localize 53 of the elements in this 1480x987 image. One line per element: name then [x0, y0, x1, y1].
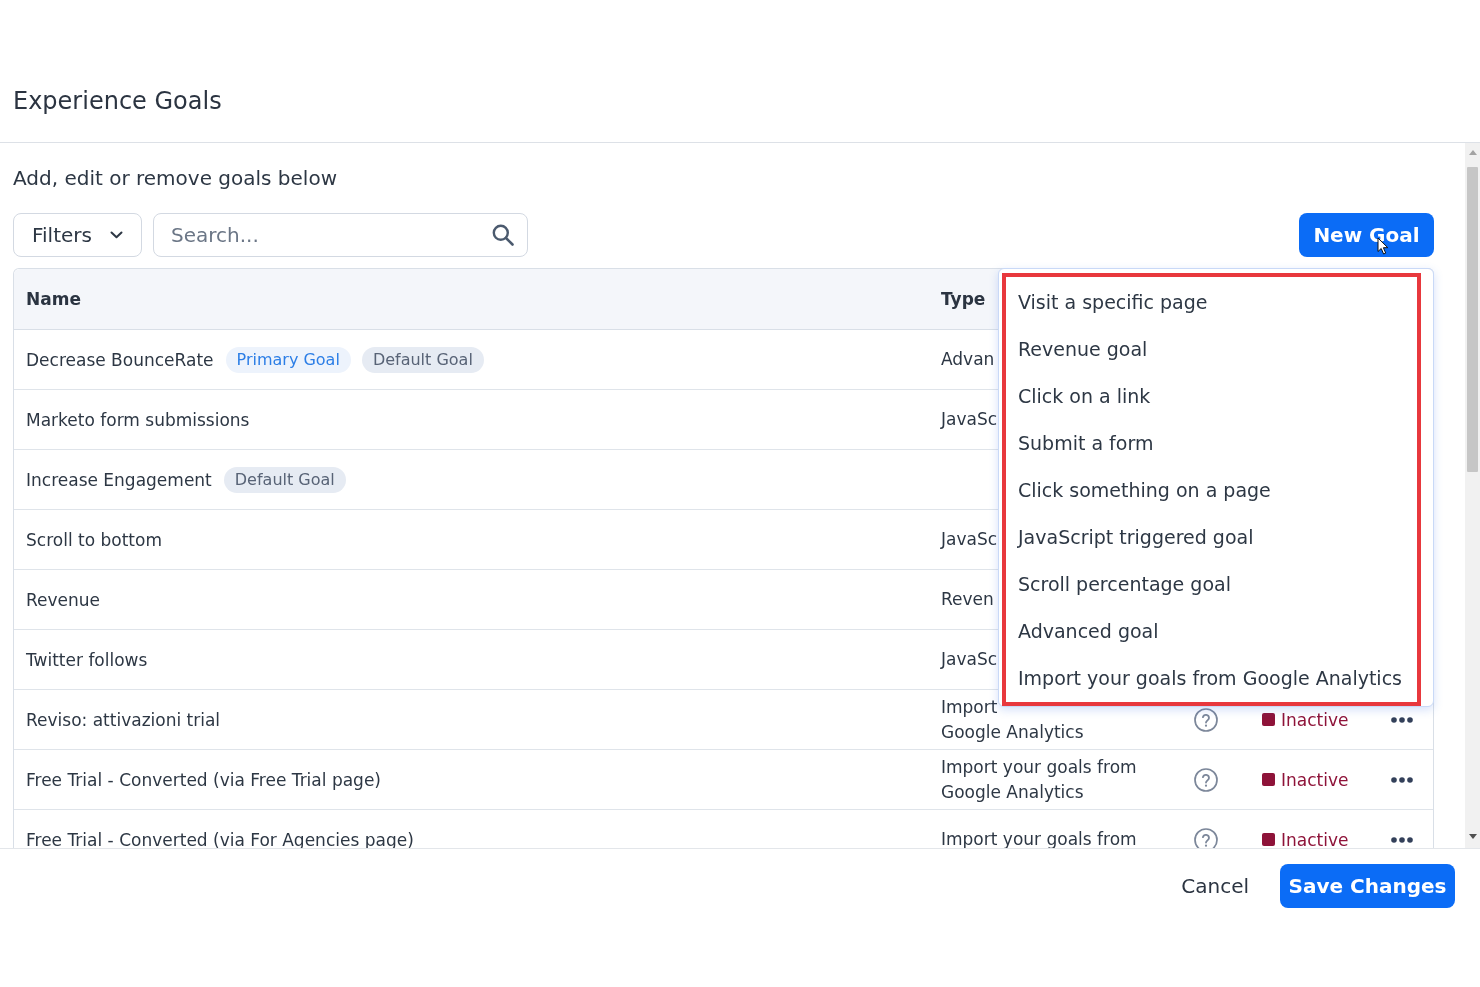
goal-name: Revenue: [26, 588, 101, 612]
scrollbar-thumb[interactable]: [1467, 167, 1478, 472]
scroll-up-icon[interactable]: [1468, 150, 1477, 155]
help-icon[interactable]: [1194, 767, 1218, 792]
column-header: Name: [26, 289, 81, 309]
chevron-down-icon: [110, 231, 123, 239]
menu-item[interactable]: Advanced goal: [1018, 608, 1159, 655]
menu-item[interactable]: Scroll percentage goal: [1018, 561, 1231, 608]
goal-type: JavaSc: [941, 648, 998, 671]
status-square-icon: [1262, 713, 1275, 726]
goal-name: Twitter follows: [26, 648, 148, 672]
search-icon[interactable]: [492, 224, 514, 246]
more-icon[interactable]: [1390, 716, 1413, 723]
new-goal-button[interactable]: New Goal: [1299, 213, 1434, 257]
goal-type: Reven: [941, 588, 994, 611]
menu-item[interactable]: Submit a form: [1018, 420, 1154, 467]
goal-tag: Default Goal: [361, 346, 484, 373]
goal-name: Scroll to bottom: [26, 528, 162, 552]
status-label: Inactive: [1281, 829, 1349, 848]
help-icon[interactable]: [1194, 827, 1218, 848]
menu-item[interactable]: Revenue goal: [1018, 326, 1148, 373]
status-label: Inactive: [1281, 709, 1349, 730]
menu-item[interactable]: Click on a link: [1018, 373, 1151, 420]
goal-tag: Default Goal: [223, 466, 346, 493]
goal-name: Decrease BounceRate: [26, 348, 214, 372]
status-square-icon: [1262, 773, 1275, 786]
search-field[interactable]: Search...: [153, 213, 528, 257]
page-title: Experience Goals: [13, 86, 222, 116]
more-icon[interactable]: [1390, 836, 1413, 843]
goal-name: Increase Engagement: [26, 468, 212, 492]
scroll-down-icon[interactable]: [1468, 834, 1477, 839]
page-subtitle: Add, edit or remove goals below: [13, 166, 337, 190]
filters-button[interactable]: Filters: [13, 213, 142, 257]
goal-type: Import your goals from: [941, 828, 1137, 848]
goal-name: Free Trial - Converted (via Free Trial page): [26, 768, 381, 792]
status-label: Inactive: [1281, 769, 1349, 790]
goal-name: Marketo form submissions: [26, 408, 250, 432]
goal-type: JavaSc: [941, 528, 998, 551]
goal-tag: Primary Goal: [225, 346, 351, 373]
cancel-button[interactable]: Cancel: [1181, 864, 1249, 908]
scrollbar[interactable]: [1465, 143, 1480, 848]
menu-item[interactable]: Click something on a page: [1018, 467, 1271, 514]
save-changes-button[interactable]: Save Changes: [1280, 864, 1455, 908]
help-icon[interactable]: [1194, 707, 1218, 732]
status-square-icon: [1262, 833, 1275, 846]
more-icon[interactable]: [1390, 776, 1413, 783]
menu-item[interactable]: Visit a specific page: [1018, 279, 1208, 326]
goal-type: JavaSc: [941, 408, 998, 431]
menu-item[interactable]: JavaScript triggered goal: [1018, 514, 1254, 561]
column-header: Type: [941, 289, 986, 309]
goal-name: Reviso: attivazioni trial: [26, 708, 221, 732]
goal-type: Advan: [941, 348, 995, 371]
goal-type: Import your goals from Google Analytics: [941, 755, 1137, 804]
